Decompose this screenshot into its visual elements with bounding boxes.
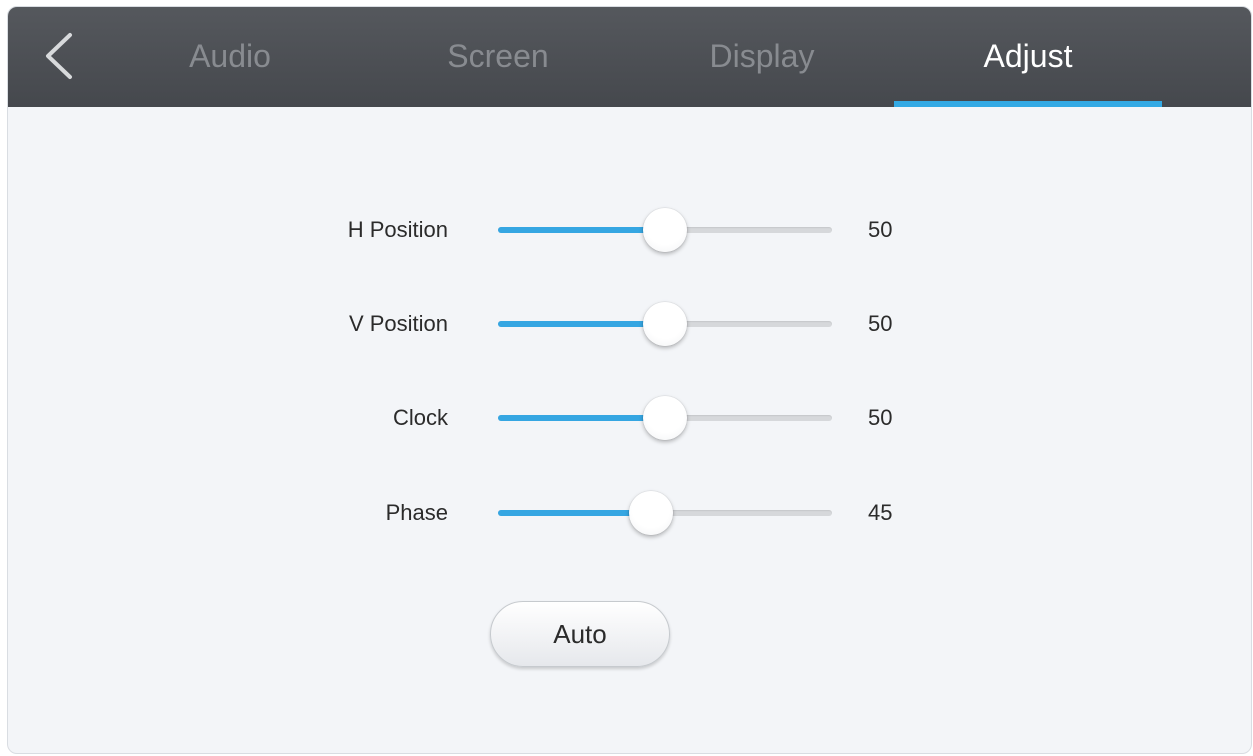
tab-display[interactable]: Display bbox=[628, 7, 896, 107]
phase-slider[interactable] bbox=[498, 483, 832, 543]
tab-screen[interactable]: Screen bbox=[364, 7, 632, 107]
clock-slider[interactable] bbox=[498, 388, 832, 448]
slider-fill bbox=[498, 321, 665, 327]
tab-label: Display bbox=[709, 37, 815, 74]
tab-label: Screen bbox=[447, 37, 549, 74]
chevron-left-icon bbox=[46, 33, 72, 79]
v-position-slider[interactable] bbox=[498, 294, 832, 354]
setting-label: Clock bbox=[392, 405, 448, 430]
setting-value: 45 bbox=[868, 500, 893, 525]
slider-thumb[interactable] bbox=[643, 208, 687, 252]
setting-value: 50 bbox=[868, 405, 893, 430]
auto-button-label: Auto bbox=[553, 618, 607, 649]
slider-fill bbox=[498, 227, 665, 233]
setting-label: Phase bbox=[385, 500, 448, 525]
active-tab-indicator bbox=[894, 101, 1162, 107]
back-button[interactable] bbox=[34, 27, 88, 85]
setting-row-h-position: H Position 50 bbox=[8, 200, 1251, 260]
setting-value: 50 bbox=[868, 217, 893, 242]
setting-label: V Position bbox=[348, 311, 448, 336]
slider-thumb[interactable] bbox=[643, 396, 687, 440]
slider-fill bbox=[498, 415, 665, 421]
auto-button[interactable]: Auto bbox=[490, 601, 670, 667]
settings-window: Audio Screen Display Adjust H Position 5… bbox=[7, 6, 1252, 754]
tab-bar: Audio Screen Display Adjust bbox=[8, 7, 1251, 107]
setting-value: 50 bbox=[868, 311, 893, 336]
tab-audio[interactable]: Audio bbox=[96, 7, 364, 107]
slider-thumb[interactable] bbox=[628, 491, 673, 535]
slider-thumb[interactable] bbox=[643, 302, 687, 346]
tab-label: Adjust bbox=[983, 37, 1073, 74]
slider-fill bbox=[498, 510, 651, 516]
tab-label: Audio bbox=[189, 37, 271, 74]
h-position-slider[interactable] bbox=[498, 200, 832, 260]
setting-row-v-position: V Position 50 bbox=[8, 294, 1251, 354]
tab-adjust[interactable]: Adjust bbox=[894, 7, 1162, 107]
setting-row-phase: Phase 45 bbox=[8, 483, 1251, 543]
setting-row-clock: Clock 50 bbox=[8, 388, 1251, 448]
setting-label: H Position bbox=[347, 217, 448, 242]
